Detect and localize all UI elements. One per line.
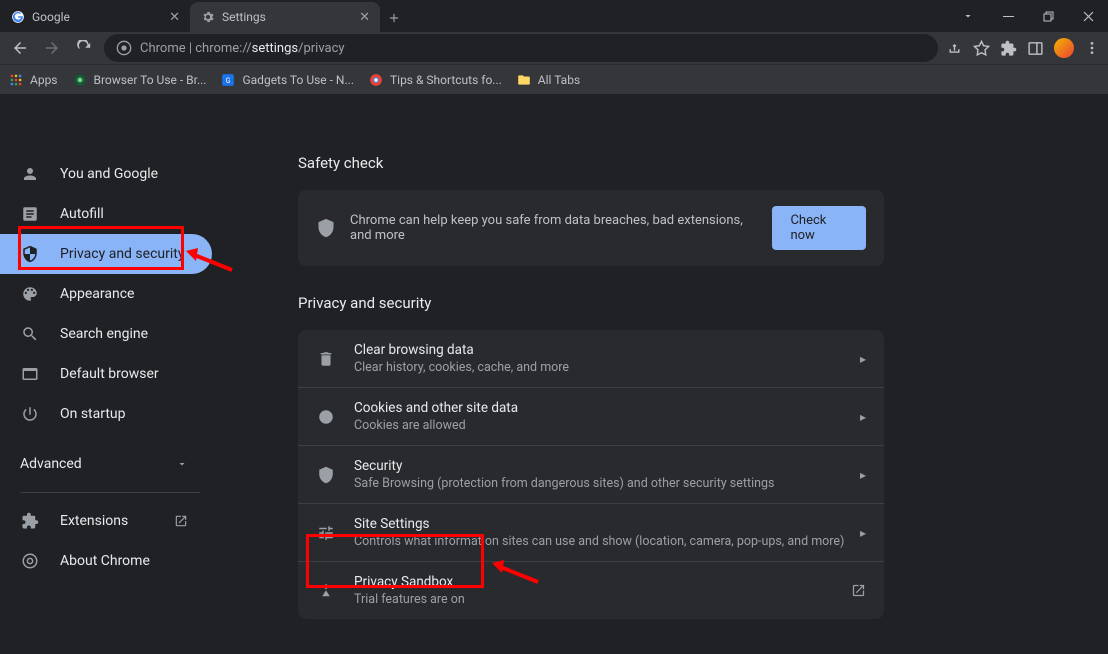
bookmark-item[interactable]: Tips & Shortcuts fo... (368, 72, 502, 88)
chrome-outline-icon (20, 552, 40, 570)
power-icon (20, 405, 40, 423)
shield-icon (316, 218, 336, 238)
toolbar: Chrome | chrome://settings/privacy (0, 32, 1108, 64)
sidebar-item-appearance[interactable]: Appearance (0, 274, 212, 314)
divider (20, 492, 200, 493)
url-text: Chrome | chrome://settings/privacy (140, 41, 345, 56)
close-icon[interactable]: ✕ (359, 10, 370, 25)
folder-icon (516, 72, 532, 88)
bookmark-item[interactable]: All Tabs (516, 72, 580, 88)
row-clear-browsing-data[interactable]: Clear browsing dataClear history, cookie… (298, 330, 884, 388)
search-icon (20, 325, 40, 343)
chrome-icon (116, 40, 132, 56)
apps-icon (8, 72, 24, 88)
extensions-icon[interactable] (1000, 40, 1017, 57)
back-button[interactable] (8, 36, 32, 60)
chevron-right-icon: ▸ (860, 526, 866, 540)
favicon-google (10, 9, 26, 25)
svg-text:G: G (226, 76, 231, 84)
chevron-right-icon: ▸ (860, 352, 866, 366)
maximize-button[interactable] (1028, 0, 1068, 32)
titlebar: Google ✕ Settings ✕ (0, 0, 1108, 32)
sidebar-item-privacy-security[interactable]: Privacy and security (0, 234, 212, 274)
bookmark-item[interactable]: GGadgets To Use - N... (220, 72, 354, 88)
profile-avatar[interactable] (1054, 38, 1074, 58)
tab-label: Google (32, 10, 70, 24)
close-icon[interactable]: ✕ (169, 10, 180, 25)
row-cookies[interactable]: Cookies and other site dataCookies are a… (298, 388, 884, 446)
puzzle-icon (20, 512, 40, 530)
new-tab-button[interactable] (380, 4, 408, 32)
settings-sidebar: You and Google Autofill Privacy and secu… (0, 94, 220, 654)
sidebar-item-autofill[interactable]: Autofill (0, 194, 212, 234)
person-icon (20, 165, 40, 183)
bookmarks-bar: Apps Browser To Use - Br... GGadgets To … (0, 64, 1108, 94)
autofill-icon (20, 205, 40, 223)
bookmark-item[interactable]: Browser To Use - Br... (72, 72, 207, 88)
flask-icon (316, 582, 336, 600)
sidebar-item-on-startup[interactable]: On startup (0, 394, 212, 434)
row-privacy-sandbox[interactable]: Privacy SandboxTrial features are on (298, 562, 884, 619)
trash-icon (316, 350, 336, 368)
shield-icon (316, 466, 336, 484)
sidebar-item-about-chrome[interactable]: About Chrome (0, 541, 212, 581)
cookie-icon (316, 408, 336, 426)
sidepanel-icon[interactable] (1027, 40, 1044, 57)
chevron-right-icon: ▸ (860, 410, 866, 424)
share-icon[interactable] (946, 40, 963, 57)
menu-icon[interactable] (1084, 40, 1100, 56)
tab-label: Settings (222, 10, 266, 24)
check-now-button[interactable]: Check now (772, 206, 866, 250)
section-privacy-security: Privacy and security (298, 294, 1108, 312)
tab-settings[interactable]: Settings ✕ (190, 2, 380, 32)
sidebar-item-you-and-google[interactable]: You and Google (0, 154, 212, 194)
minimize-button[interactable] (988, 0, 1028, 32)
sliders-icon (316, 524, 336, 542)
gear-icon (200, 9, 216, 25)
forward-button[interactable] (40, 36, 64, 60)
safety-text: Chrome can help keep you safe from data … (350, 213, 758, 243)
row-site-settings[interactable]: Site SettingsControls what information s… (298, 504, 884, 562)
section-safety-check: Safety check (298, 154, 1108, 172)
palette-icon (20, 285, 40, 303)
settings-main: Safety check Chrome can help keep you sa… (220, 94, 1108, 654)
window-controls (948, 0, 1108, 32)
site-icon: G (220, 72, 236, 88)
external-link-icon (851, 583, 866, 598)
address-bar[interactable]: Chrome | chrome://settings/privacy (104, 34, 938, 62)
tab-google[interactable]: Google ✕ (0, 2, 190, 32)
privacy-list: Clear browsing dataClear history, cookie… (298, 330, 884, 619)
dropdown-icon[interactable] (948, 0, 988, 32)
sidebar-item-default-browser[interactable]: Default browser (0, 354, 212, 394)
chevron-right-icon: ▸ (860, 468, 866, 482)
row-security[interactable]: SecuritySafe Browsing (protection from d… (298, 446, 884, 504)
external-link-icon (174, 514, 188, 528)
browser-icon (20, 365, 40, 383)
sidebar-item-advanced[interactable]: Advanced (0, 444, 212, 484)
chevron-down-icon (176, 458, 188, 470)
safety-check-card: Chrome can help keep you safe from data … (298, 190, 884, 266)
close-button[interactable] (1068, 0, 1108, 32)
chrome-favicon-icon (368, 72, 384, 88)
sidebar-item-search-engine[interactable]: Search engine (0, 314, 212, 354)
globe-icon (72, 72, 88, 88)
bookmark-star-icon[interactable] (973, 40, 990, 57)
bookmark-apps[interactable]: Apps (8, 72, 58, 88)
shield-icon (20, 245, 40, 263)
reload-button[interactable] (72, 36, 96, 60)
sidebar-item-extensions[interactable]: Extensions (0, 501, 212, 541)
settings-content: You and Google Autofill Privacy and secu… (0, 94, 1108, 654)
